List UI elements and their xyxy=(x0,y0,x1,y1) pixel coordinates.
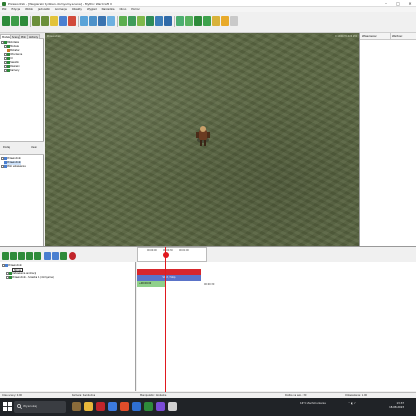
add-node-icon[interactable] xyxy=(119,16,127,26)
playhead-handle[interactable] xyxy=(162,252,169,258)
tree-item[interactable]: Przewodnik - Sciezka 1 (domyslna) xyxy=(6,276,54,280)
taskbar-search[interactable]: Wyszukaj xyxy=(14,401,66,413)
app-icon xyxy=(2,1,6,6)
grid-icon[interactable] xyxy=(146,16,154,26)
column-divider xyxy=(390,33,391,40)
editor-icon[interactable] xyxy=(144,402,153,411)
tray-icons[interactable]: ⌃ ◐ ♪ xyxy=(348,402,356,405)
import-icon[interactable] xyxy=(59,16,67,26)
timeline-ruler[interactable]: 00:00:00 00:00:30 00:01:00 xyxy=(137,247,207,262)
tree-item[interactable]: Kamery xyxy=(4,69,19,73)
app-icon-purple[interactable] xyxy=(156,402,165,411)
property-column[interactable]: Wlasciwosc xyxy=(362,35,377,38)
light-icon[interactable] xyxy=(164,16,172,26)
minimize-button[interactable]: – xyxy=(380,0,392,7)
toolbar-separator xyxy=(30,16,31,27)
edge-icon[interactable] xyxy=(108,402,117,411)
add-button[interactable]: Dodaj xyxy=(3,146,10,149)
open-icon[interactable] xyxy=(11,16,19,26)
scene-tree: Przewodnik Przewodnik Pliki ustawienia xyxy=(1,157,42,197)
last-frame-icon[interactable] xyxy=(34,252,41,260)
water-icon[interactable] xyxy=(203,16,211,26)
tab-actors[interactable]: Aktorzy xyxy=(27,33,41,39)
clock[interactable]: 13:37 18.08.2023 xyxy=(389,402,404,410)
rotate-icon[interactable] xyxy=(98,16,106,26)
terrain-icon[interactable] xyxy=(176,16,184,26)
timeline-controls xyxy=(0,246,416,262)
character-model[interactable] xyxy=(193,124,213,150)
properties-panel: Wlasciwosc Wartosc xyxy=(359,33,416,246)
save-icon[interactable] xyxy=(20,16,28,26)
taskbar: Wyszukaj 16°C Zachmurzenie ⌃ ◐ ♪ 13:37 1… xyxy=(0,398,416,416)
paint-icon[interactable] xyxy=(185,16,193,26)
task-view-icon[interactable] xyxy=(72,402,81,411)
next-frame-icon[interactable] xyxy=(26,252,33,260)
toolbar-separator xyxy=(174,16,175,27)
windows-start-icon[interactable] xyxy=(3,402,12,411)
viewport-coords: X:1024 Y:1024 Z:0 xyxy=(334,35,357,38)
value-column[interactable]: Wartosc xyxy=(392,35,402,38)
weather-widget[interactable]: 16°C Zachmurzenie xyxy=(300,402,326,405)
search-placeholder: Wyszukaj xyxy=(23,404,38,408)
ruler-tick-label: 00:00:00 xyxy=(147,249,157,252)
maximize-button[interactable]: □ xyxy=(392,0,404,7)
record-icon[interactable] xyxy=(69,252,76,260)
close-button[interactable]: ✕ xyxy=(404,0,416,7)
select-icon[interactable] xyxy=(80,16,88,26)
move-icon[interactable] xyxy=(89,16,97,26)
status-manipulator: Manipulator: Globalna xyxy=(140,394,167,397)
explorer-icon[interactable] xyxy=(84,402,93,411)
zoom-icon[interactable] xyxy=(212,16,220,26)
status-refresh: Odswiezanie: 1.00 xyxy=(345,394,367,397)
undo-icon[interactable] xyxy=(32,16,40,26)
toolbar-separator xyxy=(78,16,79,27)
first-frame-icon[interactable] xyxy=(2,252,9,260)
title-bar: Przewodnik - [Wegierski tydzien-domyslny… xyxy=(0,0,416,7)
tree-item[interactable]: Pliki ustawienia xyxy=(1,165,26,169)
play-icon[interactable] xyxy=(18,252,25,260)
camera-icon[interactable] xyxy=(155,16,163,26)
stop-icon[interactable] xyxy=(60,252,67,260)
viewport-label: Przewodnik xyxy=(47,35,61,38)
playhead-line[interactable] xyxy=(165,247,166,392)
track-end-value: 00:00:30 xyxy=(204,282,215,286)
search-icon xyxy=(17,404,22,409)
key-icon[interactable] xyxy=(52,252,59,260)
clock-date: 18.08.2023 xyxy=(389,405,404,409)
brush-icon[interactable] xyxy=(194,16,202,26)
toolbar-separator xyxy=(117,16,118,27)
store-icon[interactable] xyxy=(132,402,141,411)
library-panel: Modele Sceny Pliki Aktorzy Biblioteka Mo… xyxy=(0,33,44,246)
delete-icon[interactable] xyxy=(68,16,76,26)
remove-button[interactable]: Usun xyxy=(31,146,37,149)
app-icon-grey[interactable] xyxy=(168,402,177,411)
status-camera: Kamera: Swobodna xyxy=(72,394,96,397)
status-scene-time: Czas sceny: 0.00 xyxy=(2,394,23,397)
link-icon[interactable] xyxy=(128,16,136,26)
status-fps: Klatka na sek.: 30 xyxy=(285,394,307,397)
library-tree: Biblioteka Modele Bohater Otoczenie UI S… xyxy=(1,41,42,129)
ruler-tick-label: 00:01:00 xyxy=(179,249,189,252)
folder-icon[interactable] xyxy=(50,16,58,26)
timeline-tree: Przewodnik Stroje Ustawienia animacji Pr… xyxy=(0,262,136,391)
redo-icon[interactable] xyxy=(41,16,49,26)
app-icon-red[interactable] xyxy=(96,402,105,411)
measure-icon[interactable] xyxy=(221,16,229,26)
settings-icon[interactable] xyxy=(230,16,238,26)
new-icon[interactable] xyxy=(2,16,10,26)
window-title: Przewodnik - [Wegierski tydzien-domyslny… xyxy=(8,1,112,6)
scene-viewport[interactable]: Przewodnik X:1024 Y:1024 Z:0 xyxy=(45,33,359,246)
properties-header: Wlasciwosc Wartosc xyxy=(360,33,416,40)
library-tabs: Modele Sceny Pliki Aktorzy xyxy=(0,33,44,39)
app-icon-orange[interactable] xyxy=(120,402,129,411)
loop-icon[interactable] xyxy=(44,252,51,260)
timeline-tracks[interactable]: Start / Stop +00:00:00 00:00:30 xyxy=(137,262,416,391)
toolbar xyxy=(0,12,416,33)
library-actions: Dodaj Usun xyxy=(0,141,44,155)
prev-frame-icon[interactable] xyxy=(10,252,17,260)
scale-icon[interactable] xyxy=(107,16,115,26)
snap-icon[interactable] xyxy=(137,16,145,26)
track-bar-green[interactable]: +00:00:00 xyxy=(137,281,165,287)
